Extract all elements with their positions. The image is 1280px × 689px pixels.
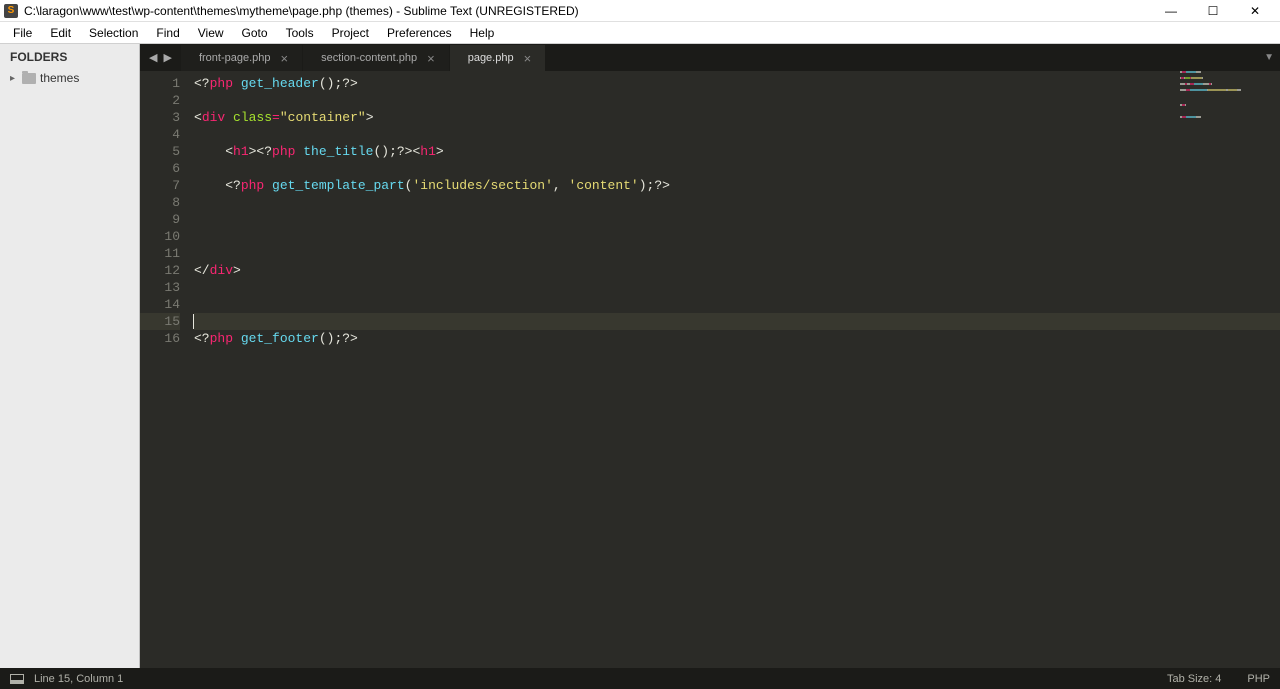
line-number: 9 [140, 211, 180, 228]
menu-find[interactable]: Find [147, 24, 188, 42]
tab-nav-back-icon[interactable]: ◀ [146, 51, 160, 64]
line-number: 6 [140, 160, 180, 177]
menu-tools[interactable]: Tools [277, 24, 323, 42]
code-line[interactable] [194, 245, 1280, 262]
code-line[interactable] [194, 279, 1280, 296]
code-line[interactable]: <div class="container"> [194, 109, 1280, 126]
code-line[interactable]: <h1><?php the_title();?><h1> [194, 143, 1280, 160]
text-cursor [193, 314, 194, 329]
folder-item[interactable]: ▸ themes [6, 70, 133, 86]
line-number: 1 [140, 75, 180, 92]
line-number: 14 [140, 296, 180, 313]
app-icon: S [4, 4, 18, 18]
menu-preferences[interactable]: Preferences [378, 24, 461, 42]
line-number: 7 [140, 177, 180, 194]
tab-label: front-page.php [199, 52, 271, 64]
menubar: FileEditSelectionFindViewGotoToolsProjec… [0, 22, 1280, 44]
line-number: 16 [140, 330, 180, 347]
window-title: C:\laragon\www\test\wp-content\themes\my… [24, 4, 1150, 18]
tab-page-php[interactable]: page.php × [450, 44, 545, 71]
line-number: 13 [140, 279, 180, 296]
status-bar: Line 15, Column 1 Tab Size: 4 PHP [0, 668, 1280, 689]
code-area[interactable]: <?php get_header();?> <div class="contai… [190, 71, 1280, 668]
window-controls: — ☐ ✕ [1150, 0, 1276, 22]
code-line[interactable] [194, 160, 1280, 177]
line-number: 2 [140, 92, 180, 109]
menu-goto[interactable]: Goto [233, 24, 277, 42]
code-line[interactable]: </div> [194, 262, 1280, 279]
code-line[interactable] [194, 296, 1280, 313]
menu-edit[interactable]: Edit [41, 24, 80, 42]
panel-toggle-icon[interactable] [10, 674, 24, 684]
titlebar: S C:\laragon\www\test\wp-content\themes\… [0, 0, 1280, 22]
folder-icon [22, 73, 36, 84]
tab-nav-forward-icon[interactable]: ▶ [160, 51, 174, 64]
folder-tree: ▸ themes [0, 68, 139, 88]
minimize-button[interactable]: — [1150, 0, 1192, 22]
code-line[interactable] [194, 126, 1280, 143]
tab-close-icon[interactable]: × [427, 52, 435, 65]
code-editor[interactable]: 12345678910111213141516 <?php get_header… [140, 71, 1280, 668]
line-number: 12 [140, 262, 180, 279]
tab-front-page-php[interactable]: front-page.php × [181, 44, 302, 71]
line-number: 8 [140, 194, 180, 211]
tab-size-indicator[interactable]: Tab Size: 4 [1167, 673, 1221, 685]
tab-overflow-icon[interactable]: ▼ [1264, 44, 1274, 71]
line-number: 5 [140, 143, 180, 160]
menu-help[interactable]: Help [461, 24, 504, 42]
line-number: 10 [140, 228, 180, 245]
code-line[interactable] [194, 211, 1280, 228]
code-line[interactable] [194, 313, 1280, 330]
close-window-button[interactable]: ✕ [1234, 0, 1276, 22]
tab-label: section-content.php [321, 52, 417, 64]
code-line[interactable]: <?php get_footer();?> [194, 330, 1280, 347]
tab-label: page.php [468, 52, 514, 64]
tab-close-icon[interactable]: × [281, 52, 289, 65]
folder-label: themes [40, 71, 79, 85]
line-number: 3 [140, 109, 180, 126]
tab-section-content-php[interactable]: section-content.php × [303, 44, 449, 71]
expand-arrow-icon[interactable]: ▸ [10, 73, 18, 84]
sidebar-header: FOLDERS [0, 44, 139, 68]
line-number: 15 [140, 313, 180, 330]
line-number: 11 [140, 245, 180, 262]
code-line[interactable]: <?php get_template_part('includes/sectio… [194, 177, 1280, 194]
tab-nav-arrows: ◀ ▶ [140, 44, 181, 71]
tab-bar: ◀ ▶ front-page.php×section-content.php×p… [140, 44, 1280, 71]
menu-view[interactable]: View [189, 24, 233, 42]
line-number: 4 [140, 126, 180, 143]
sidebar: FOLDERS ▸ themes [0, 44, 140, 668]
maximize-button[interactable]: ☐ [1192, 0, 1234, 22]
syntax-indicator[interactable]: PHP [1247, 673, 1270, 685]
tab-close-icon[interactable]: × [524, 52, 532, 65]
menu-selection[interactable]: Selection [80, 24, 147, 42]
line-number-gutter: 12345678910111213141516 [140, 71, 190, 668]
cursor-position: Line 15, Column 1 [34, 673, 123, 685]
code-line[interactable]: <?php get_header();?> [194, 75, 1280, 92]
menu-project[interactable]: Project [323, 24, 378, 42]
code-line[interactable] [194, 228, 1280, 245]
code-line[interactable] [194, 92, 1280, 109]
code-line[interactable] [194, 194, 1280, 211]
menu-file[interactable]: File [4, 24, 41, 42]
